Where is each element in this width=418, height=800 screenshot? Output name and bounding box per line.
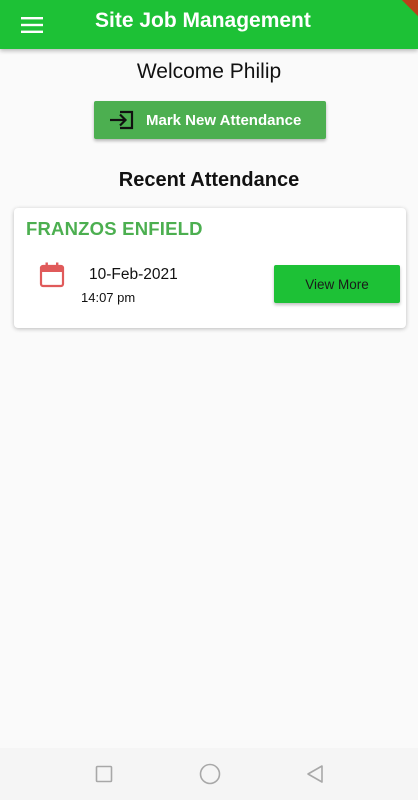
calendar-icon: [39, 262, 65, 288]
square-recents-icon: [95, 765, 113, 783]
back-button[interactable]: [303, 762, 327, 786]
system-nav-bar: [0, 748, 418, 800]
hamburger-menu-icon: [21, 17, 43, 33]
view-more-button[interactable]: View More: [274, 265, 400, 303]
attendance-date: 10-Feb-2021: [89, 266, 178, 283]
attendance-card: FRANZOS ENFIELD 10-Feb-2021 14:07 pm Vie…: [14, 208, 406, 328]
attendance-time: 14:07 pm: [81, 290, 136, 305]
login-arrow-icon: [109, 108, 135, 132]
recent-attendance-title: Recent Attendance: [118, 169, 300, 191]
employee-name: FRANZOS ENFIELD: [26, 218, 203, 239]
menu-button[interactable]: [12, 5, 52, 45]
app-title: Site Job Management: [95, 9, 311, 32]
circle-home-icon: [199, 763, 221, 785]
home-button[interactable]: [198, 762, 222, 786]
screen: Site Job Management Welcome Philip Mark …: [0, 0, 418, 800]
app-bar: Site Job Management: [0, 0, 418, 49]
recents-button[interactable]: [92, 762, 116, 786]
mark-new-attendance-label: Mark New Attendance: [146, 111, 302, 129]
debug-banner: [396, 0, 418, 24]
triangle-back-icon: [307, 765, 323, 783]
mark-new-attendance-button[interactable]: Mark New Attendance: [94, 101, 326, 139]
welcome-text: Welcome Philip: [136, 60, 282, 83]
